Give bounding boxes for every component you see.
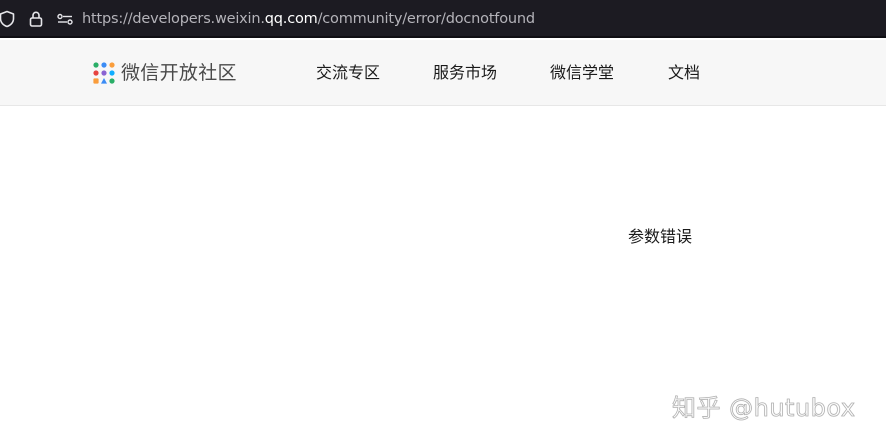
logo-dot bbox=[109, 70, 115, 76]
logo-dot bbox=[93, 70, 99, 76]
nav-item-wechat-academy[interactable]: 微信学堂 bbox=[550, 61, 614, 85]
logo-dot bbox=[93, 78, 99, 84]
browser-url-bar[interactable]: https://developers.weixin.qq.com/communi… bbox=[0, 0, 886, 38]
logo-mark-icon bbox=[93, 62, 115, 84]
lock-icon[interactable] bbox=[27, 10, 45, 28]
page: https://developers.weixin.qq.com/communi… bbox=[0, 0, 886, 445]
url-path: /community/error/docnotfound bbox=[317, 11, 535, 27]
url-text[interactable]: https://developers.weixin.qq.com/communi… bbox=[82, 9, 535, 29]
logo-dot bbox=[101, 62, 107, 68]
permissions-icon[interactable] bbox=[56, 10, 74, 28]
logo-dot bbox=[109, 78, 115, 84]
logo-dot bbox=[101, 70, 107, 76]
site-header: 微信开放社区 交流专区 服务市场 微信学堂 文档 bbox=[0, 40, 886, 106]
watermark: 知乎 @hutubox bbox=[672, 394, 856, 423]
nav-item-docs[interactable]: 文档 bbox=[668, 61, 700, 85]
logo-dot bbox=[101, 78, 107, 84]
url-prefix: https://developers.weixin. bbox=[82, 11, 265, 27]
nav-item-exchange[interactable]: 交流专区 bbox=[316, 61, 380, 85]
shield-icon[interactable] bbox=[0, 10, 16, 28]
logo-dot bbox=[109, 62, 115, 68]
nav-item-service-market[interactable]: 服务市场 bbox=[433, 61, 497, 85]
logo-dot bbox=[93, 62, 99, 68]
url-host: qq.com bbox=[264, 11, 318, 27]
error-message: 参数错误 bbox=[628, 227, 693, 246]
logo-text: 微信开放社区 bbox=[121, 62, 237, 84]
